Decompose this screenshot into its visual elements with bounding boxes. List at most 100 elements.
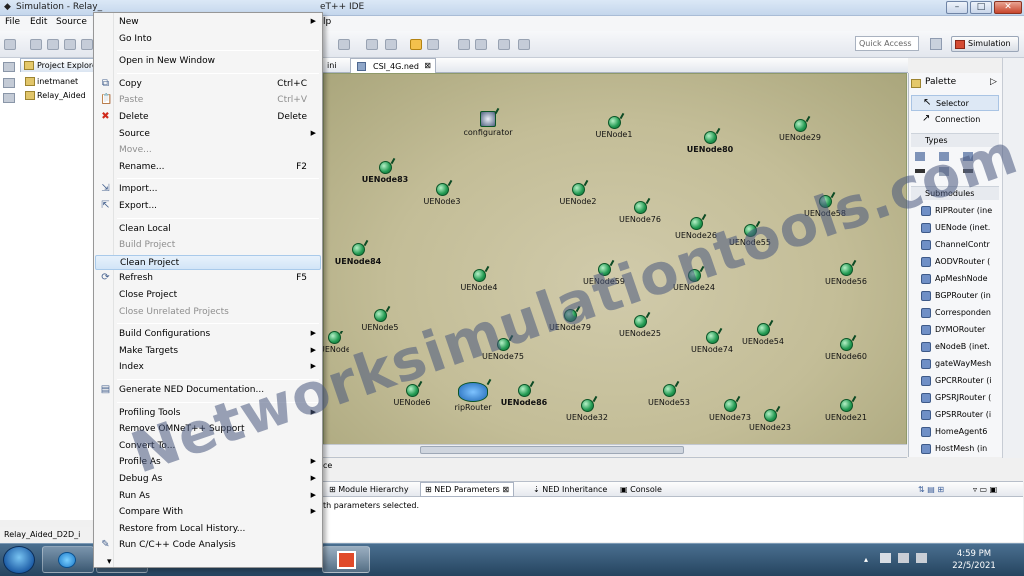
node-uenode83[interactable]: UENode83 [350, 161, 420, 184]
submodule-item[interactable]: BGPRouter (in [911, 288, 999, 304]
undo-icon[interactable] [458, 39, 470, 50]
save-icon[interactable] [30, 39, 42, 50]
submodule-item[interactable]: DYMORouter [911, 322, 999, 338]
menu-help-partial[interactable]: lp [323, 17, 331, 27]
next-annotation-icon[interactable] [385, 39, 397, 50]
node-uenode4[interactable]: UENode4 [444, 269, 514, 292]
submodule-item[interactable]: UENode (inet. [911, 220, 999, 236]
menu-item-make-targets[interactable]: Make Targets ▶ [95, 344, 321, 359]
submodule-item[interactable]: GPCRRouter (i [911, 373, 999, 389]
start-button[interactable] [3, 546, 35, 574]
submodule-item[interactable]: GPSRJRouter ( [911, 390, 999, 406]
action-center-icon[interactable] [880, 553, 891, 563]
menu-item-clean-project[interactable]: Clean Project [95, 254, 321, 270]
taskbar-ie-button[interactable] [42, 546, 94, 573]
open-perspective-icon[interactable] [930, 38, 942, 50]
submodule-item[interactable]: HostMesh (in [911, 441, 999, 457]
menu-item-run-as[interactable]: Run As ▶ [95, 489, 321, 504]
node-uenode3[interactable]: UENode3 [407, 183, 477, 206]
menu-item-run-c-c-code-analysis[interactable]: ✎ Run C/C++ Code Analysis [95, 538, 321, 553]
outline-icon[interactable] [3, 78, 15, 88]
menu-item-clean-local[interactable]: Clean Local [95, 222, 321, 237]
node-uenode54[interactable]: UENode54 [728, 323, 798, 346]
menu-item-move[interactable]: Move... [95, 143, 321, 158]
restore-icon[interactable] [3, 62, 15, 72]
perspective-simulation-button[interactable]: Simulation [951, 36, 1019, 52]
maximize-button[interactable]: □ [970, 1, 992, 14]
tab-ini[interactable]: ini [327, 61, 337, 70]
submodule-item[interactable]: Corresponden [911, 305, 999, 321]
node-uenode86[interactable]: UENode86 [489, 384, 559, 407]
node-uenode1[interactable]: UENode1 [579, 116, 649, 139]
submodule-item[interactable]: gateWayMesh [911, 356, 999, 372]
tab-module-hierarchy[interactable]: ⊞ Module Hierarchy [329, 485, 409, 494]
project-item-relay[interactable]: Relay_Aided [25, 91, 86, 100]
back-arrow-icon[interactable] [410, 39, 422, 50]
project-item-inetmanet[interactable]: inetmanet [25, 77, 78, 86]
horizontal-scroll-thumb[interactable] [420, 446, 684, 454]
tab-ned-inheritance[interactable]: ⇣ NED Inheritance [533, 485, 607, 494]
node-uenode2[interactable]: UENode2 [543, 183, 613, 206]
tab-close-icon[interactable]: ⊠ [424, 61, 431, 70]
menu-item-close-unrelated-projects[interactable]: Close Unrelated Projects [95, 305, 321, 320]
taskbar-omnet-button[interactable] [322, 546, 370, 573]
palette-connection[interactable]: ↗ Connection [911, 112, 999, 128]
taskbar-clock[interactable]: 4:59 PM 22/5/2021 [944, 548, 1004, 572]
menu-item-go-into[interactable]: Go Into [95, 32, 321, 47]
prev-annotation-icon[interactable] [366, 39, 378, 50]
menu-item-build-project[interactable]: Build Project [95, 238, 321, 253]
menu-item-restore-from-local-history[interactable]: Restore from Local History... [95, 522, 321, 537]
tray-expand-icon[interactable]: ▴ [864, 555, 868, 564]
node-configurator[interactable]: configurator [453, 111, 523, 137]
new-icon[interactable] [4, 39, 16, 50]
forward-arrow-icon[interactable] [427, 39, 439, 50]
submodule-item[interactable]: ChannelContr [911, 237, 999, 253]
menu-more-arrow[interactable]: ▾ [95, 555, 321, 570]
menu-item-compare-with[interactable]: Compare With ▶ [95, 505, 321, 520]
vertical-scrollbar[interactable] [1002, 58, 1024, 458]
menu-file[interactable]: File [5, 17, 20, 27]
panel-toolbar-icons[interactable]: ⇅ ▤ ⊞ [918, 485, 944, 494]
menu-item-source[interactable]: Source ▶ [95, 127, 321, 142]
minimize-button[interactable]: – [946, 1, 968, 14]
quick-access-input[interactable]: Quick Access [855, 36, 919, 51]
hierarchy-icon[interactable] [3, 93, 15, 103]
node-uenode29[interactable]: UENode29 [765, 119, 835, 142]
tab-project-explorer[interactable]: Project Explorer [20, 58, 94, 72]
tab-ned-parameters[interactable]: ⊞ NED Parameters ⊠ [420, 482, 515, 497]
submodule-item[interactable]: AODVRouter ( [911, 254, 999, 270]
node-uenode53[interactable]: UENode53 [634, 384, 704, 407]
submodule-item[interactable]: eNodeB (inet. [911, 339, 999, 355]
submodule-item[interactable]: ApMeshNode [911, 271, 999, 287]
palette-expand-icon[interactable]: ▷ [990, 77, 997, 87]
network-icon[interactable] [898, 553, 909, 563]
navigate-icon[interactable] [338, 39, 350, 50]
menu-item-copy[interactable]: ⧉ Copy Ctrl+C [95, 77, 321, 92]
menu-item-debug-as[interactable]: Debug As ▶ [95, 472, 321, 487]
menu-item-export[interactable]: ⇱ Export... [95, 199, 321, 214]
node-uenode23[interactable]: UENode23 [735, 409, 805, 432]
volume-icon[interactable] [916, 553, 927, 563]
menu-edit[interactable]: Edit [30, 17, 47, 27]
menu-item-open-in-new-window[interactable]: Open in New Window [95, 54, 321, 69]
save-all-icon[interactable] [47, 39, 59, 50]
menu-source[interactable]: Source [56, 17, 87, 27]
menu-item-import[interactable]: ⇲ Import... [95, 182, 321, 197]
node-uenode80[interactable]: UENode80 [675, 131, 745, 154]
tool-icon[interactable] [81, 39, 93, 50]
node-uenode56[interactable]: UENode56 [811, 263, 881, 286]
redo-icon[interactable] [475, 39, 487, 50]
menu-item-paste[interactable]: 📋 Paste Ctrl+V [95, 93, 321, 108]
tab-csi-4g-ned[interactable]: CSI_4G.ned ⊠ [350, 58, 436, 73]
node-uenode84[interactable]: UENode84 [323, 243, 393, 266]
print-icon[interactable] [64, 39, 76, 50]
menu-item-build-configurations[interactable]: Build Configurations ▶ [95, 327, 321, 342]
submodule-item[interactable]: GPSRRouter (i [911, 407, 999, 423]
menu-item-delete[interactable]: ✖ Delete Delete [95, 110, 321, 125]
node-uenode60[interactable]: UENode60 [811, 338, 881, 361]
tab-source-partial[interactable]: ce [323, 461, 332, 470]
pin-icon[interactable] [498, 39, 510, 50]
panel-window-icons[interactable]: ▿ ▭ ▣ [973, 485, 997, 494]
submodule-item[interactable]: HomeAgent6 [911, 424, 999, 440]
expand-icon[interactable] [518, 39, 530, 50]
